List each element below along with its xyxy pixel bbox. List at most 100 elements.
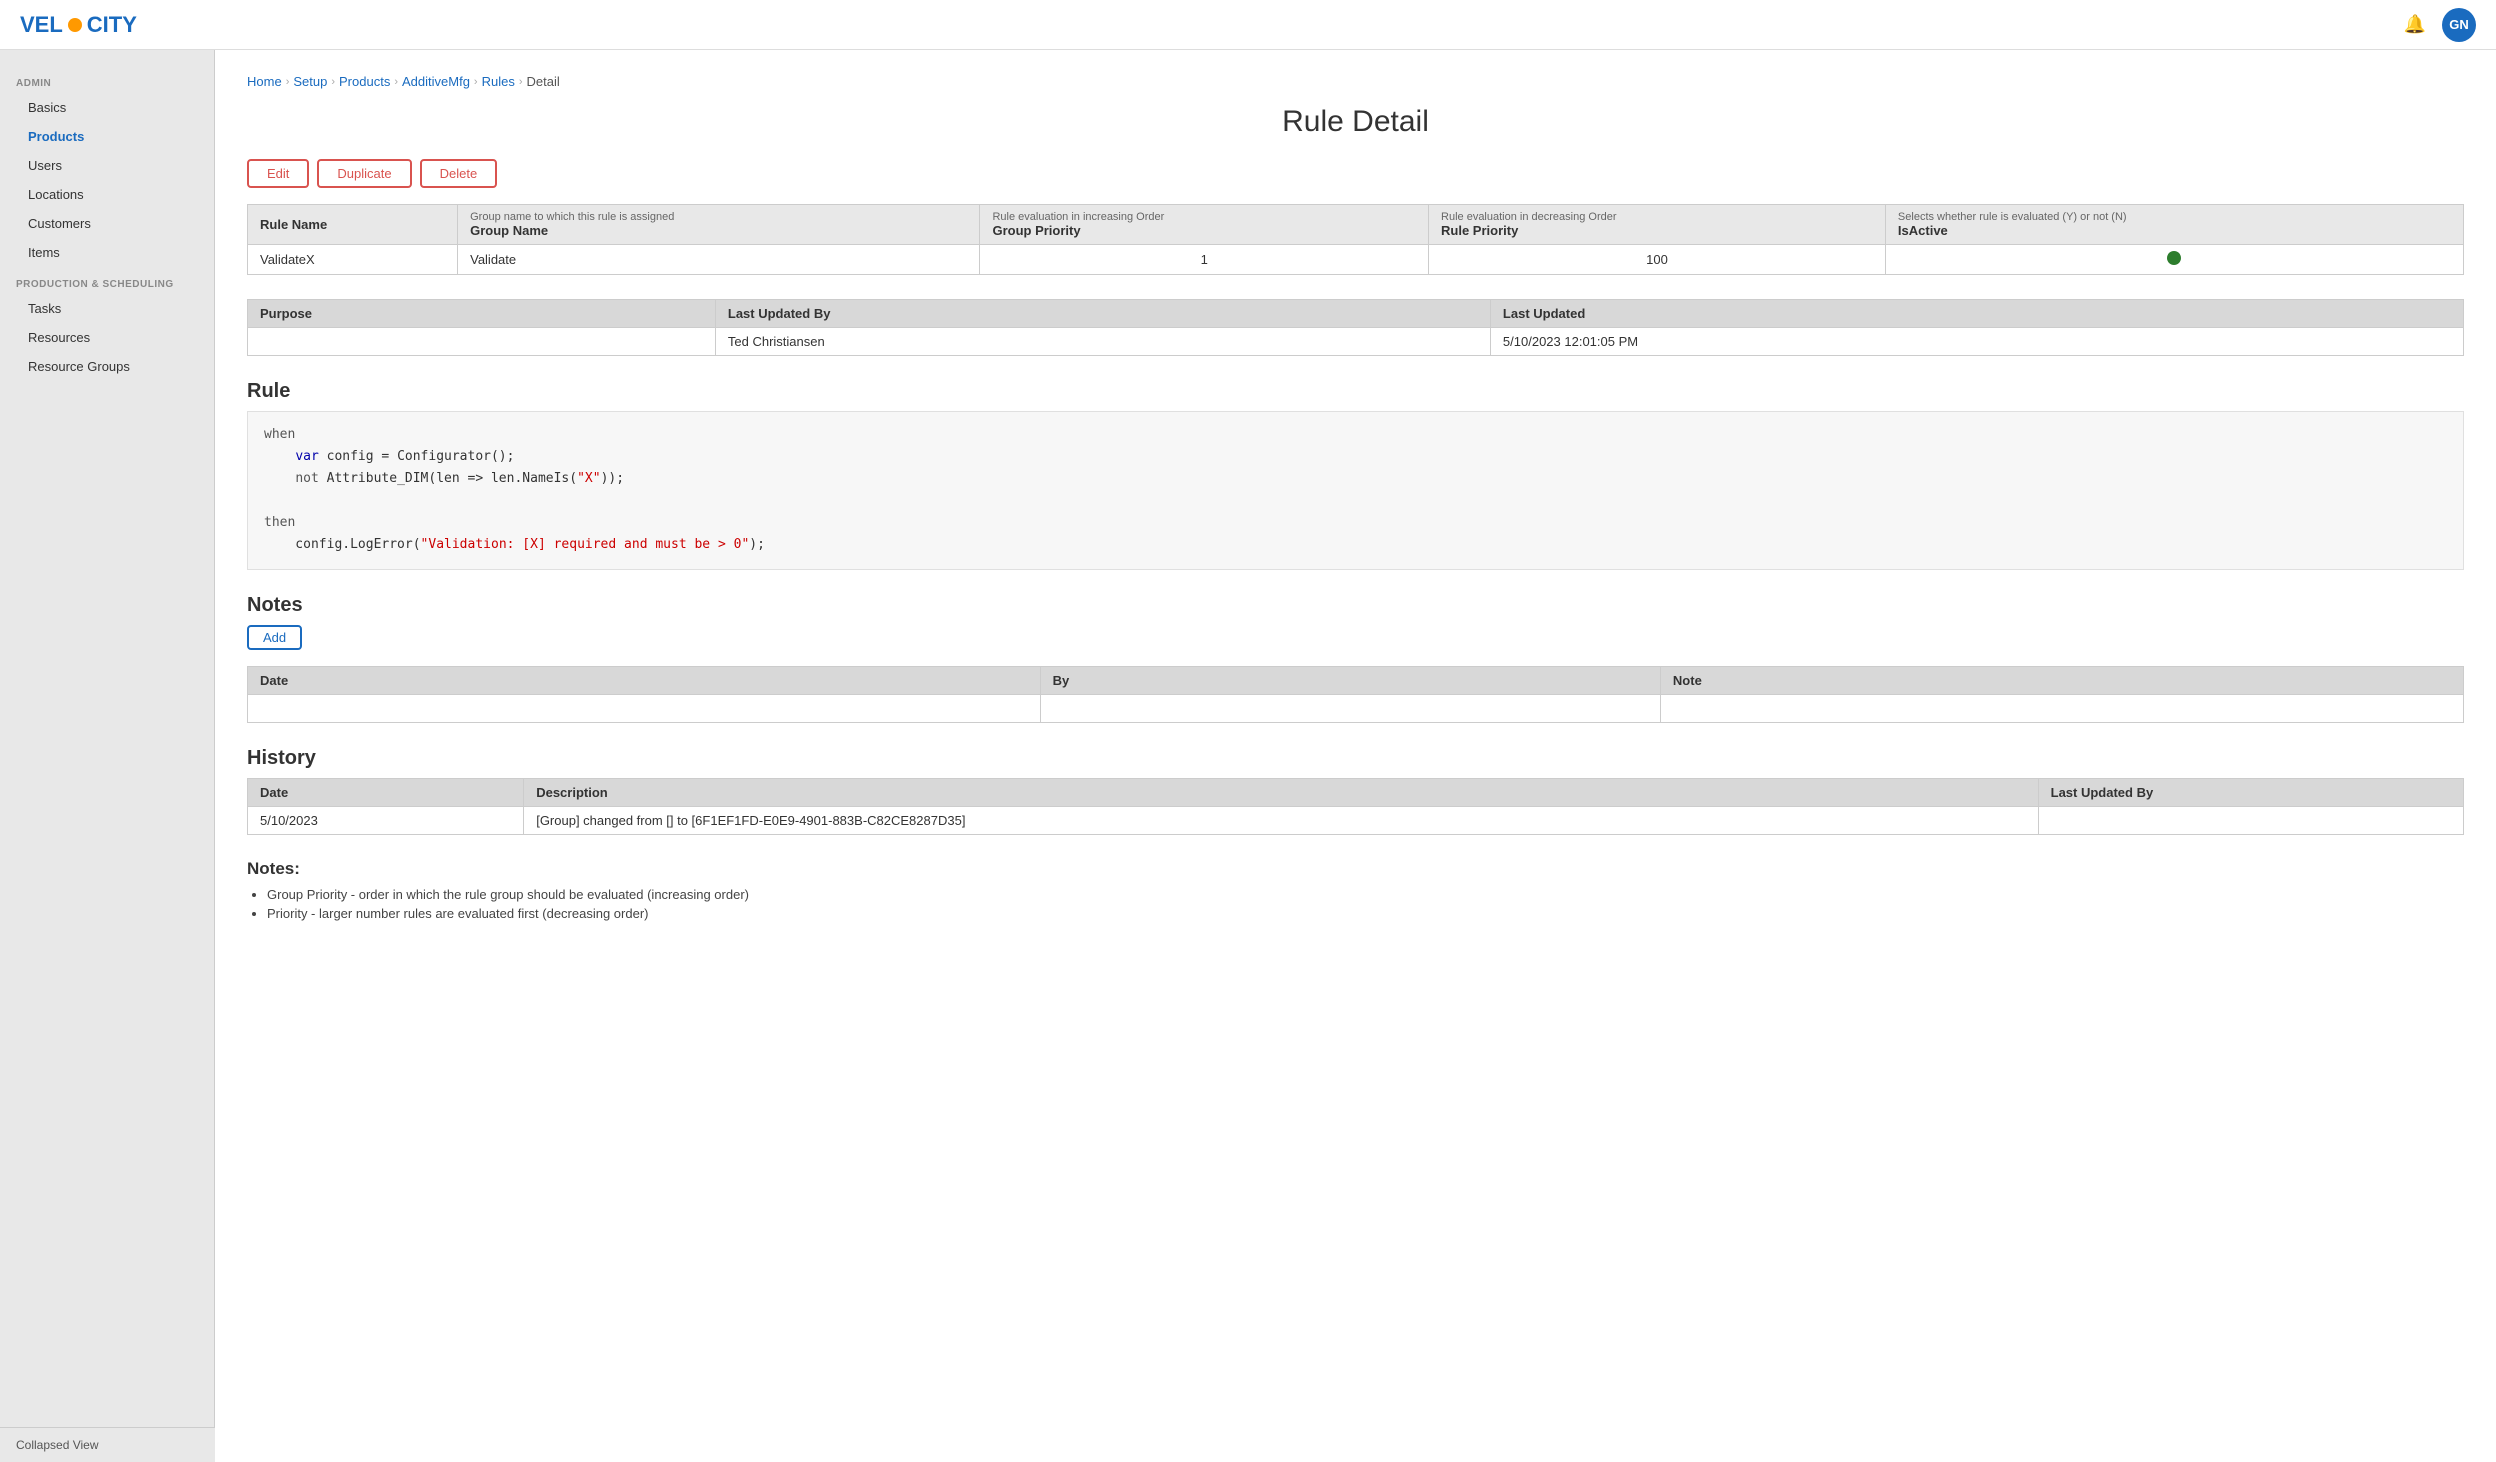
col-purpose: Purpose (248, 300, 716, 328)
notes-section-title: Notes (247, 594, 2464, 617)
layout: ADMIN Basics Products Users Locations Cu… (0, 50, 2496, 1462)
logo-circle-icon (68, 18, 82, 32)
notes-bottom-list: Group Priority - order in which the rule… (247, 887, 2464, 921)
col-last-updated-by: Last Updated By (715, 300, 1490, 328)
breadcrumb-sep-5: › (519, 76, 523, 88)
cell-rule-name: ValidateX (248, 245, 458, 275)
avatar[interactable]: GN (2442, 8, 2476, 42)
breadcrumb-home[interactable]: Home (247, 74, 282, 89)
breadcrumb-products[interactable]: Products (339, 74, 390, 89)
code-line-var: var config = Configurator(); (264, 446, 2447, 468)
code-line-blank (264, 490, 2447, 512)
cell-notes-note-empty (1660, 694, 2463, 722)
active-indicator (2167, 251, 2181, 265)
cell-history-date: 5/10/2023 (248, 806, 524, 834)
breadcrumb-additivemfg[interactable]: AdditiveMfg (402, 74, 470, 89)
sidebar-item-users[interactable]: Users (0, 151, 214, 180)
logo-city: CITY (87, 12, 137, 38)
cell-notes-by-empty (1040, 694, 1660, 722)
breadcrumb: Home › Setup › Products › AdditiveMfg › … (247, 74, 2464, 89)
notes-empty-row (248, 694, 2464, 722)
rule-table-wrap: Rule Name Group name to which this rule … (247, 204, 2464, 275)
notes-bottom-item-1: Group Priority - order in which the rule… (267, 887, 2464, 902)
collapsed-view[interactable]: Collapsed View (0, 1427, 215, 1462)
bell-icon[interactable]: 🔔 (2404, 14, 2426, 35)
sidebar-item-products[interactable]: Products (0, 122, 214, 151)
col-history-desc: Description (524, 778, 2038, 806)
code-line-logerror: config.LogError("Validation: [X] require… (264, 534, 2447, 556)
page-title: Rule Detail (247, 105, 2464, 139)
history-section: History Date Description Last Updated By… (247, 747, 2464, 835)
breadcrumb-sep-2: › (331, 76, 335, 88)
logo-vel: VEL (20, 12, 63, 38)
col-last-updated: Last Updated (1490, 300, 2463, 328)
col-notes-date: Date (248, 666, 1041, 694)
history-table: Date Description Last Updated By 5/10/20… (247, 778, 2464, 835)
breadcrumb-sep-4: › (474, 76, 478, 88)
code-line-not: not Attribute_DIM(len => len.NameIs("X")… (264, 468, 2447, 490)
notes-section: Notes Add Date By Note (247, 594, 2464, 723)
cell-purpose-updated: 5/10/2023 12:01:05 PM (1490, 328, 2463, 356)
admin-section-label: ADMIN (0, 66, 214, 93)
cell-purpose (248, 328, 716, 356)
notes-table: Date By Note (247, 666, 2464, 723)
sidebar-item-resources[interactable]: Resources (0, 323, 214, 352)
delete-button[interactable]: Delete (420, 159, 498, 188)
rule-table: Rule Name Group name to which this rule … (247, 204, 2464, 275)
purpose-table: Purpose Last Updated By Last Updated Ted… (247, 299, 2464, 356)
notes-table-wrap: Date By Note (247, 666, 2464, 723)
cell-group-priority: 1 (980, 245, 1429, 275)
col-rule-priority: Rule evaluation in decreasing Order Rule… (1429, 205, 1886, 245)
rule-section-title: Rule (247, 380, 2464, 403)
breadcrumb-sep-1: › (286, 76, 290, 88)
purpose-table-wrap: Purpose Last Updated By Last Updated Ted… (247, 299, 2464, 356)
history-table-wrap: Date Description Last Updated By 5/10/20… (247, 778, 2464, 835)
duplicate-button[interactable]: Duplicate (317, 159, 411, 188)
history-section-title: History (247, 747, 2464, 770)
sidebar: ADMIN Basics Products Users Locations Cu… (0, 50, 215, 1462)
action-buttons: Edit Duplicate Delete (247, 159, 2464, 188)
notes-bottom-item-2: Priority - larger number rules are evalu… (267, 906, 2464, 921)
edit-button[interactable]: Edit (247, 159, 309, 188)
sidebar-item-items[interactable]: Items (0, 238, 214, 267)
sidebar-item-locations[interactable]: Locations (0, 180, 214, 209)
header: VEL CITY 🔔 GN (0, 0, 2496, 50)
sidebar-item-customers[interactable]: Customers (0, 209, 214, 238)
cell-history-desc: [Group] changed from [] to [6F1EF1FD-E0E… (524, 806, 2038, 834)
col-group-priority: Rule evaluation in increasing Order Grou… (980, 205, 1429, 245)
col-is-active: Selects whether rule is evaluated (Y) or… (1885, 205, 2463, 245)
main-content: Home › Setup › Products › AdditiveMfg › … (215, 50, 2496, 1462)
rule-section: Rule when var config = Configurator(); n… (247, 380, 2464, 570)
logo: VEL CITY (20, 12, 137, 38)
sidebar-item-basics[interactable]: Basics (0, 93, 214, 122)
code-line-then: then (264, 512, 2447, 534)
breadcrumb-current: Detail (527, 74, 560, 89)
table-row: ValidateX Validate 1 100 (248, 245, 2464, 275)
cell-rule-priority: 100 (1429, 245, 1886, 275)
prod-section-label: PRODUCTION & SCHEDULING (0, 267, 214, 294)
col-notes-note: Note (1660, 666, 2463, 694)
breadcrumb-sep-3: › (394, 76, 398, 88)
cell-purpose-updated-by: Ted Christiansen (715, 328, 1490, 356)
add-note-button[interactable]: Add (247, 625, 302, 650)
col-notes-by: By (1040, 666, 1660, 694)
cell-history-updated-by (2038, 806, 2463, 834)
header-right: 🔔 GN (2404, 8, 2476, 42)
sidebar-item-resource-groups[interactable]: Resource Groups (0, 352, 214, 381)
history-row: 5/10/2023 [Group] changed from [] to [6F… (248, 806, 2464, 834)
notes-bottom: Notes: Group Priority - order in which t… (247, 859, 2464, 921)
notes-add-row: Add (247, 625, 2464, 650)
rule-code-block: when var config = Configurator(); not At… (247, 411, 2464, 570)
col-group-name: Group name to which this rule is assigne… (458, 205, 980, 245)
breadcrumb-setup[interactable]: Setup (293, 74, 327, 89)
cell-is-active (1885, 245, 2463, 275)
notes-bottom-title: Notes: (247, 859, 2464, 879)
code-line-when: when (264, 424, 2447, 446)
sidebar-item-tasks[interactable]: Tasks (0, 294, 214, 323)
purpose-row: Ted Christiansen 5/10/2023 12:01:05 PM (248, 328, 2464, 356)
cell-group-name: Validate (458, 245, 980, 275)
col-rule-name: Rule Name (248, 205, 458, 245)
col-history-date: Date (248, 778, 524, 806)
cell-notes-date-empty (248, 694, 1041, 722)
breadcrumb-rules[interactable]: Rules (482, 74, 515, 89)
